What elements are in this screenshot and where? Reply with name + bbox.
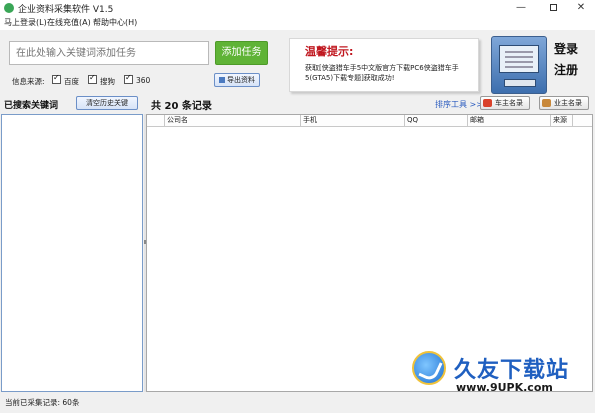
- clear-history-button[interactable]: 清空历史关键: [76, 96, 138, 110]
- keyword-list[interactable]: [1, 114, 143, 392]
- app-icon: [4, 3, 14, 13]
- keyword-search-input[interactable]: [9, 41, 209, 65]
- column-header-phone[interactable]: 手机: [301, 115, 405, 126]
- menu-login[interactable]: 马上登录(L): [4, 17, 47, 28]
- login-link[interactable]: 登录: [554, 40, 578, 57]
- source-label: 信息来源:: [12, 77, 45, 86]
- house-icon: [542, 99, 551, 107]
- add-task-button[interactable]: 添加任务: [215, 41, 268, 65]
- monitor-icon: [491, 36, 547, 94]
- column-header-index[interactable]: [147, 115, 165, 126]
- records-table[interactable]: 公司名 手机 QQ 邮箱 来源: [146, 114, 593, 392]
- monitor-screen: [499, 45, 539, 73]
- sort-tool-link[interactable]: 排序工具 >>: [435, 99, 483, 110]
- column-header-company[interactable]: 公司名: [165, 115, 301, 126]
- business-owner-list-label: 业主名录: [554, 99, 582, 107]
- menu-bar: 马上登录(L) 在线充值(A) 帮助中心(H): [0, 16, 595, 30]
- title-bar: 企业资料采集软件 V1.5 — ✕: [0, 0, 595, 16]
- watermark-logo: [412, 351, 446, 385]
- car-owner-list-button[interactable]: 车主名录: [480, 96, 530, 110]
- business-owner-list-button[interactable]: 业主名录: [539, 96, 589, 110]
- window-title: 企业资料采集软件 V1.5: [18, 5, 114, 15]
- register-link[interactable]: 注册: [554, 61, 578, 78]
- maximize-button[interactable]: [539, 0, 567, 16]
- minimize-button[interactable]: —: [507, 0, 535, 16]
- checkbox-360[interactable]: [124, 73, 133, 84]
- status-bar-text: 当前已采集记录: 60条: [5, 398, 80, 407]
- car-owner-list-label: 车主名录: [495, 99, 523, 107]
- table-header: 公司名 手机 QQ 邮箱 来源: [147, 115, 592, 127]
- records-count: 共 20 条记录: [151, 101, 212, 112]
- export-label: 导出资料: [227, 76, 255, 84]
- watermark-url: www.9UPK.com: [456, 381, 553, 394]
- keyword-panel-header: 已搜索关键词: [4, 101, 59, 111]
- close-button[interactable]: ✕: [567, 0, 595, 16]
- column-header-source[interactable]: 来源: [551, 115, 573, 126]
- checkbox-baidu[interactable]: [52, 73, 61, 84]
- menu-help[interactable]: 帮助中心(H): [93, 17, 137, 28]
- notice-body: 获取[侠盗猎车手5中文版官方下载PC6侠盗猎车手5(GTA5)下载专题]获取成功…: [305, 64, 459, 82]
- watermark-title: 久友下载站: [454, 358, 570, 383]
- maximize-icon: [549, 3, 557, 11]
- car-icon: [483, 99, 492, 107]
- notice-box: 温馨提示: 获取[侠盗猎车手5中文版官方下载PC6侠盗猎车手5(GTA5)下载专…: [289, 38, 479, 92]
- export-button[interactable]: 导出资料: [214, 73, 260, 87]
- checkbox-sogou-label: 搜狗: [100, 77, 115, 86]
- notice-title: 温馨提示:: [305, 45, 354, 58]
- column-header-email[interactable]: 邮箱: [468, 115, 551, 126]
- checkbox-sogou[interactable]: [88, 73, 97, 84]
- export-icon: [219, 77, 225, 83]
- checkbox-360-label: 360: [136, 76, 151, 85]
- monitor-stand: [504, 79, 536, 87]
- column-header-qq[interactable]: QQ: [405, 115, 468, 126]
- menu-recharge[interactable]: 在线充值(A): [47, 17, 91, 28]
- checkbox-baidu-label: 百度: [64, 77, 79, 86]
